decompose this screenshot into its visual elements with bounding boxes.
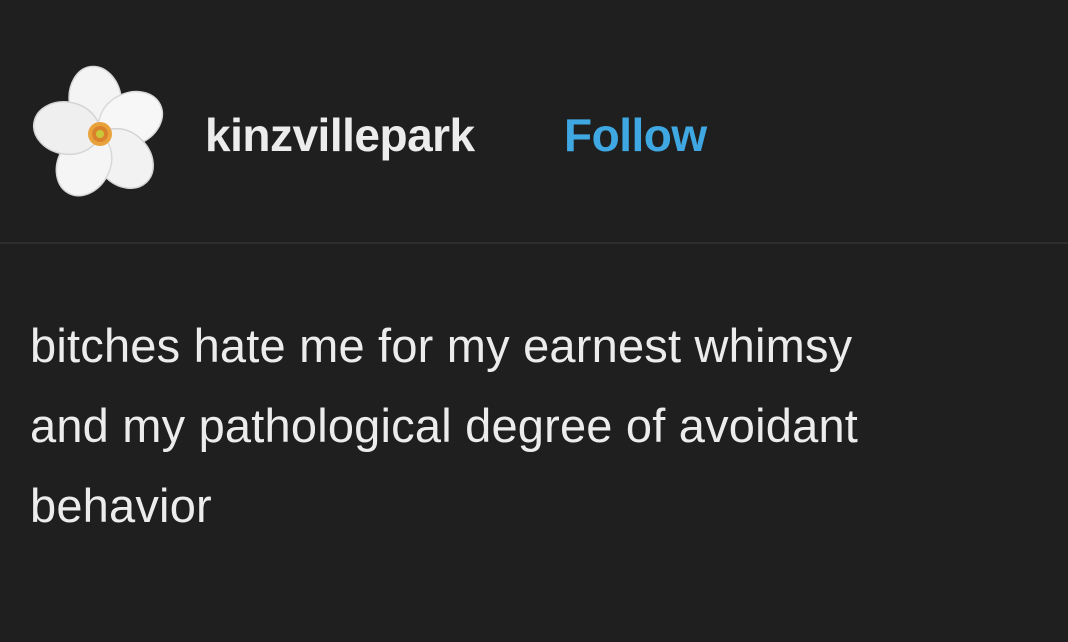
post-body-line: and my pathological degree of avoidant	[30, 399, 859, 452]
post-body-line: bitches hate me for my earnest whimsy	[30, 319, 853, 372]
post-body-line: behavior	[30, 479, 212, 532]
avatar[interactable]	[30, 64, 170, 204]
white-flower-icon	[32, 65, 164, 197]
tumblr-post: kinzvillepark Follow bitches hate me for…	[0, 0, 1068, 642]
post-author-username[interactable]: kinzvillepark	[205, 108, 475, 162]
post-header: kinzvillepark Follow	[0, 0, 1068, 242]
header-divider	[0, 242, 1068, 244]
follow-button[interactable]: Follow	[564, 108, 707, 162]
post-body: bitches hate me for my earnest whimsy an…	[30, 306, 1060, 546]
